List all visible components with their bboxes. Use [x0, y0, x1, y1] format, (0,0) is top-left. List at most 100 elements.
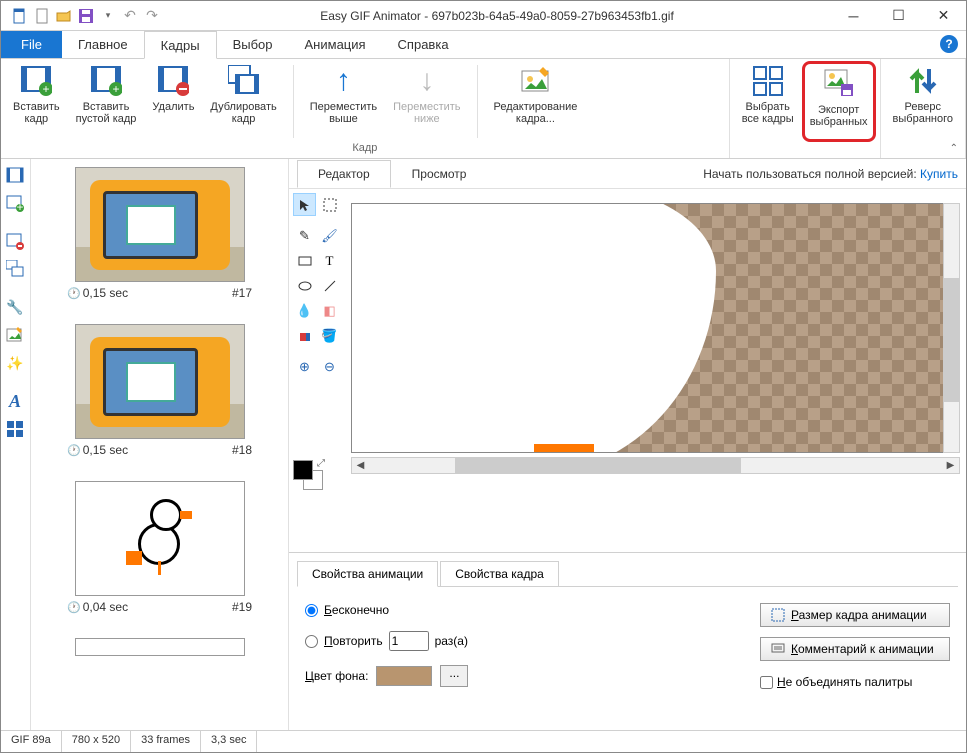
bucket-tool-icon[interactable]: 🪣 [318, 324, 341, 347]
zoom-in-icon[interactable]: ⊕ [293, 355, 316, 378]
frame-item[interactable]: 0,04 sec#19 [39, 481, 280, 614]
quick-access-toolbar: ▾ ↶ ↷ [1, 5, 163, 27]
qat-undo-icon[interactable]: ↶ [119, 5, 141, 27]
pointer-tool-icon[interactable] [293, 193, 316, 216]
qat-redo-icon[interactable]: ↷ [141, 5, 163, 27]
minimize-button[interactable]: ─ [831, 1, 876, 31]
lt-wrench-icon[interactable]: 🔧 [3, 295, 27, 319]
brush-tool-icon[interactable]: 🖌 [318, 224, 341, 247]
lt-multi-film-icon[interactable] [3, 257, 27, 281]
delete-icon [155, 63, 191, 99]
svg-text:+: + [43, 82, 50, 96]
eraser-tool-icon[interactable]: ◧ [318, 299, 341, 322]
vertical-scrollbar[interactable] [943, 203, 960, 453]
insert-empty-frame-button[interactable]: + Вставить пустой кадр [68, 61, 145, 142]
delete-frame-button[interactable]: Удалить [144, 61, 202, 142]
help-icon[interactable]: ? [940, 35, 958, 53]
comment-button[interactable]: Комментарий к анимации [760, 637, 950, 661]
tab-editor[interactable]: Редактор [297, 160, 391, 188]
edit-frame-icon [517, 63, 553, 99]
lt-wand-icon[interactable]: ✨ [3, 351, 27, 375]
tab-animation[interactable]: Анимация [289, 31, 382, 58]
lt-film-icon[interactable] [3, 163, 27, 187]
window-controls: ─ ☐ ✕ [831, 1, 966, 31]
edit-frame-button[interactable]: Редактирование кадра... [486, 61, 586, 142]
move-up-button[interactable]: ↑ Переместить выше [302, 61, 385, 142]
editor-header: Редактор Просмотр Начать пользоваться по… [289, 159, 966, 189]
lt-film-remove-icon[interactable] [3, 229, 27, 253]
frames-panel[interactable]: 0,15 sec#17 0,15 sec#18 0,04 sec#19 [31, 159, 289, 732]
duplicate-frame-button[interactable]: Дублировать кадр [202, 61, 284, 142]
main-content: + 🔧 ✨ A 0,15 sec#17 0,15 sec#18 0,04 sec… [1, 159, 966, 732]
repeat-count-input[interactable] [389, 631, 429, 651]
marquee-tool-icon[interactable] [318, 193, 341, 216]
arrow-up-icon: ↑ [325, 63, 361, 99]
no-merge-checkbox[interactable]: Не объединять палитры [760, 675, 912, 689]
collapse-ribbon-icon[interactable]: ⌃ [944, 141, 964, 156]
canvas[interactable] [351, 203, 960, 453]
zoom-out-icon[interactable]: ⊖ [318, 355, 341, 378]
lt-text-icon[interactable]: A [3, 389, 27, 413]
export-selected-button[interactable]: Экспорт выбранных [802, 61, 876, 142]
arrow-down-icon: ↓ [409, 63, 445, 99]
bg-color-chip[interactable] [376, 666, 432, 686]
frame-delay: 0,04 sec [67, 600, 128, 614]
frame-item[interactable]: 0,15 sec#17 [39, 167, 280, 300]
tab-frames[interactable]: Кадры [144, 31, 217, 59]
bg-color-browse[interactable]: ... [440, 665, 468, 687]
tab-preview[interactable]: Просмотр [391, 160, 488, 188]
tab-anim-props[interactable]: Свойства анимации [297, 561, 438, 587]
lt-film-add-icon[interactable]: + [3, 191, 27, 215]
ribbon-tabs: File Главное Кадры Выбор Анимация Справк… [1, 31, 966, 59]
radio-repeat[interactable]: Повторить раз(а) [305, 631, 468, 651]
radio-infinite[interactable]: Бесконечно [305, 603, 468, 617]
rectangle-tool-icon[interactable] [293, 249, 316, 272]
statusbar: GIF 89a 780 x 520 33 frames 3,3 sec [1, 730, 966, 752]
status-frames: 33 frames [131, 731, 201, 752]
tab-frame-props[interactable]: Свойства кадра [440, 561, 559, 586]
frame-thumb [75, 324, 245, 439]
qat-dropdown-icon[interactable]: ▾ [97, 5, 119, 27]
select-all-frames-button[interactable]: Выбрать все кадры [734, 61, 802, 142]
ribbon: + Вставить кадр + Вставить пустой кадр У… [1, 59, 966, 159]
canvas-wrap: ◀▶ [345, 189, 966, 552]
qat-new-icon[interactable] [9, 5, 31, 27]
insert-frame-icon: + [18, 63, 54, 99]
duplicate-icon [226, 63, 262, 99]
file-tab[interactable]: File [1, 31, 62, 58]
text-tool-icon[interactable]: T [318, 249, 341, 272]
horizontal-scrollbar[interactable]: ◀▶ [351, 457, 960, 474]
tab-main[interactable]: Главное [62, 31, 144, 58]
window-title: Easy GIF Animator - 697b023b-64a5-49a0-8… [163, 9, 831, 23]
maximize-button[interactable]: ☐ [876, 1, 921, 31]
tab-help[interactable]: Справка [382, 31, 465, 58]
frame-delay: 0,15 sec [67, 286, 128, 300]
fill-tool-icon[interactable] [293, 324, 316, 347]
tab-selection[interactable]: Выбор [217, 31, 289, 58]
line-tool-icon[interactable] [318, 274, 341, 297]
bg-color-label: Цвет фона: [305, 669, 368, 683]
swap-colors-icon[interactable]: ⤢ [317, 458, 325, 469]
eyedropper-tool-icon[interactable]: 💧 [293, 299, 316, 322]
frame-size-button[interactable]: Размер кадра анимации [760, 603, 950, 627]
qat-new-doc-icon[interactable] [31, 5, 53, 27]
lt-grid-icon[interactable] [3, 417, 27, 441]
color-swatches[interactable]: ⤢ [293, 460, 333, 500]
qat-save-icon[interactable] [75, 5, 97, 27]
foreground-color[interactable] [293, 460, 313, 480]
qat-open-icon[interactable] [53, 5, 75, 27]
close-button[interactable]: ✕ [921, 1, 966, 31]
pencil-tool-icon[interactable]: ✎ [293, 224, 316, 247]
frame-item[interactable] [39, 638, 280, 656]
lt-image-edit-icon[interactable] [3, 323, 27, 347]
buy-link[interactable]: Купить [920, 167, 958, 181]
editor-toolbox: ✎ 🖌 T 💧 ◧ 🪣 ⊕ ⊖ ⤢ [289, 189, 345, 552]
status-duration: 3,3 sec [201, 731, 257, 752]
frame-item[interactable]: 0,15 sec#18 [39, 324, 280, 457]
move-down-button[interactable]: ↓ Переместить ниже [385, 61, 468, 142]
insert-frame-button[interactable]: + Вставить кадр [5, 61, 68, 142]
ellipse-tool-icon[interactable] [293, 274, 316, 297]
frame-number: #18 [232, 443, 252, 457]
status-dims: 780 x 520 [62, 731, 131, 752]
status-format: GIF 89a [1, 731, 62, 752]
